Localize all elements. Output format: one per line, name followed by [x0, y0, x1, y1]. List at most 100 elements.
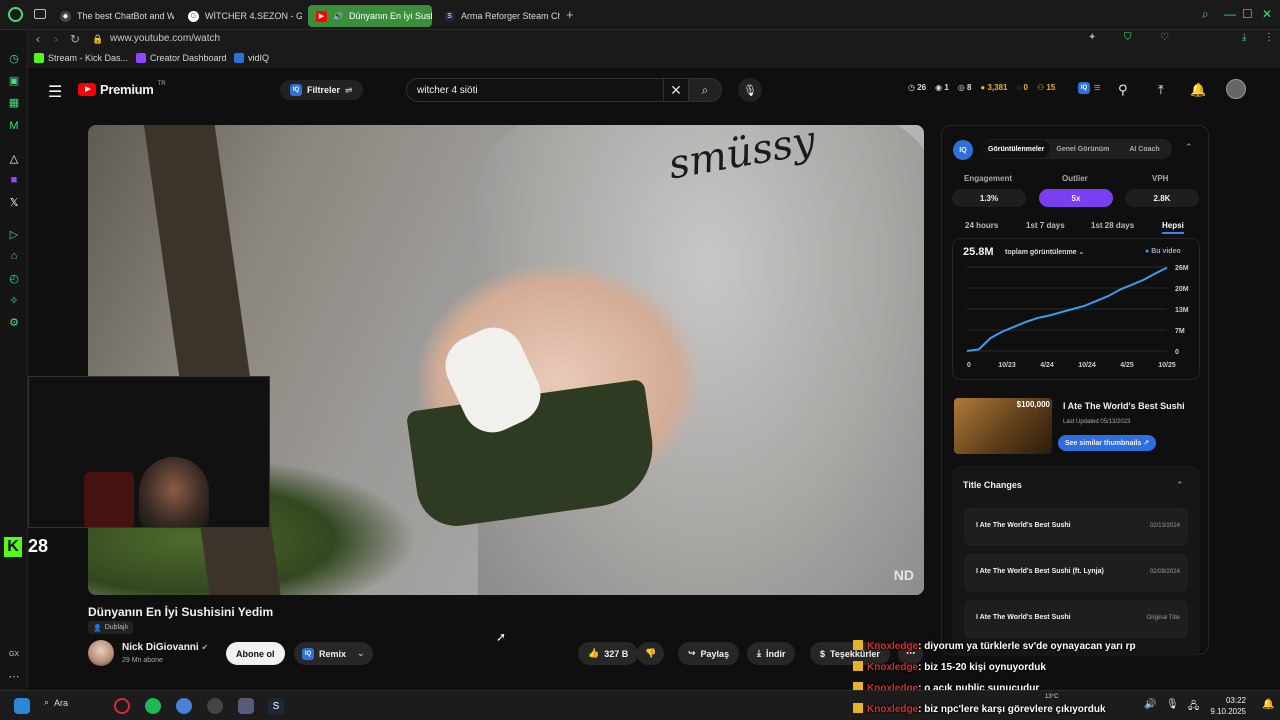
extensions-icon[interactable]: ✦ [1088, 32, 1096, 43]
account-avatar[interactable] [1226, 79, 1246, 99]
browser-sidebar: ◷ ▣ ▦ M △ ■ 𝕏 ▷ ⌂ ◴ ✧ ⚙ GX ⋯ [0, 30, 28, 690]
bookmark-kick[interactable]: Stream - Kick Das... [34, 53, 128, 63]
chart-y-tick: 20M [1175, 286, 1189, 293]
hamburger-menu-icon[interactable]: ☰ [48, 82, 62, 102]
subscribe-button[interactable]: Abone ol [226, 642, 285, 665]
metric-label-vph: VPH [1152, 174, 1169, 183]
vidiq-header-icon[interactable]: IQ [1078, 82, 1090, 94]
opera-logo-icon[interactable] [8, 7, 23, 22]
menu-icon[interactable]: ⋮ [1264, 32, 1274, 43]
tab-ai-coach[interactable]: AI Coach [1123, 146, 1165, 153]
notification-icon[interactable]: 🔔 [1262, 699, 1274, 710]
youtube-play-icon [78, 83, 96, 96]
range-7d[interactable]: 1st 7 days [1026, 221, 1065, 230]
filter-button[interactable]: IQ Filtreler ⇌ [280, 80, 363, 100]
aria-icon[interactable]: △ [8, 152, 20, 165]
forward-icon[interactable]: › [54, 32, 58, 46]
youtube-logo[interactable]: Premium TR [78, 81, 166, 97]
metric-label-outlier: Outlier [1062, 174, 1088, 183]
network-icon[interactable]: 🖧 [1188, 699, 1199, 716]
extensions-sidebar-icon[interactable]: ✧ [8, 294, 20, 307]
dubbed-badge: 👤 Dublajlı [88, 621, 134, 634]
views-dropdown[interactable]: toplam görüntülenme ⌄ [1005, 248, 1084, 256]
heart-icon[interactable]: ♡ [1160, 32, 1169, 43]
back-icon[interactable]: ‹ [36, 32, 40, 46]
range-28d[interactable]: 1st 28 days [1091, 221, 1134, 230]
speed-dial-icon[interactable]: ◷ [8, 52, 20, 65]
player-icon[interactable]: ▷ [8, 228, 20, 241]
tab-arma[interactable]: S Arma Reforger Steam Cha [436, 5, 560, 27]
bookmark-vidiq[interactable]: vidIQ [234, 53, 269, 63]
dislike-button[interactable]: 👎 [637, 642, 665, 665]
mic-tray-icon[interactable]: 🎙 [1166, 699, 1179, 710]
spotify-icon[interactable] [145, 698, 161, 714]
volume-icon[interactable]: 🔊 [1144, 699, 1156, 710]
remix-button[interactable]: IQ Remix ⌄ [294, 642, 373, 665]
x-icon[interactable]: 𝕏 [8, 196, 20, 209]
history-icon[interactable]: ◴ [8, 272, 20, 285]
messenger-icon[interactable]: M [8, 120, 20, 132]
pin-icon[interactable]: ⌂ [8, 250, 20, 262]
clear-search-icon[interactable]: ✕ [664, 78, 688, 102]
mouse-cursor-icon: ➚ [496, 630, 507, 644]
chart-x-tick: 4/25 [1120, 362, 1134, 369]
url-field[interactable]: www.youtube.com/watch [110, 33, 220, 44]
close-window-button[interactable]: ✕ [1262, 7, 1272, 21]
bookmarks-bar: Stream - Kick Das... Creator Dashboard v… [28, 50, 1280, 68]
app-icon[interactable] [176, 698, 192, 714]
new-tab-button[interactable]: + [566, 7, 574, 22]
collapse-panel-icon[interactable]: ⌃ [1185, 142, 1193, 153]
tab-overview[interactable]: Genel Görünüm [1050, 146, 1115, 153]
tab-youtube-active[interactable]: ▶ 🔊 Dünyanın En İyi Sushi [308, 5, 432, 27]
opera-gx-icon[interactable] [114, 698, 130, 714]
tab-views[interactable]: Görüntülenmeler [982, 140, 1051, 158]
more-sidebar-icon[interactable]: ⋯ [8, 670, 20, 683]
workspace-icon[interactable]: ▣ [8, 74, 20, 87]
taskbar-search[interactable]: ⌕ Ara [44, 697, 68, 708]
thumbs-down-icon: 👎 [645, 648, 657, 658]
list-icon[interactable]: ≡ [1094, 82, 1100, 94]
channel-avatar[interactable] [88, 640, 114, 666]
metric-label-engagement: Engagement [964, 174, 1013, 183]
gx-icon[interactable]: GX [8, 648, 20, 660]
upload-icon[interactable]: ⤒ [1158, 82, 1164, 98]
twitch-sidebar-icon[interactable]: ■ [8, 174, 20, 186]
maximize-button[interactable]: ☐ [1242, 7, 1253, 21]
like-button[interactable]: 👍 327 B [578, 642, 639, 665]
similar-thumbnail[interactable]: $100,000 [954, 398, 1052, 454]
trophy-icon[interactable]: ⚲ [1118, 82, 1128, 98]
speaker-icon[interactable]: 🔊 [333, 12, 343, 21]
range-24h[interactable]: 24 hours [965, 221, 998, 230]
tab-witcher[interactable]: G WİTCHER 4.SEZON - Go [180, 5, 302, 27]
taskbar-clock[interactable]: 03:22 9.10.2025 [1210, 695, 1246, 717]
chart-y-tick: 7M [1175, 328, 1185, 335]
channel-name[interactable]: Nick DiGiovanni ✔ [122, 642, 208, 653]
voice-search-button[interactable]: 🎙 [738, 78, 762, 102]
discord-icon[interactable] [207, 698, 223, 714]
bookmark-creator-dashboard[interactable]: Creator Dashboard [136, 53, 227, 63]
download-icon[interactable]: ⤓ [1242, 32, 1246, 43]
search-tabs-icon[interactable]: ⌕ [1202, 7, 1209, 22]
minimize-button[interactable]: — [1224, 7, 1236, 21]
download-button[interactable]: ⤓ İndir [747, 642, 796, 665]
tab-manager-icon[interactable] [34, 9, 46, 19]
reload-icon[interactable]: ↻ [70, 32, 80, 46]
settings-icon[interactable]: ⚙ [8, 316, 20, 329]
shield-app-icon[interactable] [238, 698, 254, 714]
search-input[interactable]: witcher 4 siöti [406, 78, 664, 102]
search-button[interactable]: ⌕ [688, 78, 722, 102]
tab-chatbot[interactable]: ◆ The best ChatBot and Wi [52, 5, 174, 27]
vidiq-panel: IQ Görüntülenmeler Genel Görünüm AI Coac… [941, 125, 1209, 656]
steam-taskbar-icon[interactable]: S [268, 698, 284, 714]
see-similar-thumbnails-button[interactable]: See similar thumbnails ↗ [1058, 435, 1157, 451]
title-change-row: I Ate The World's Best Sushi 02/13/2024 [964, 508, 1188, 546]
verified-icon: ✔ [201, 643, 209, 652]
share-button[interactable]: ↪ Paylaş [678, 642, 740, 665]
collapse-title-changes-icon[interactable]: ⌃ [1176, 480, 1184, 491]
workspace-2-icon[interactable]: ▦ [8, 96, 20, 109]
range-all[interactable]: Hepsi [1162, 221, 1184, 234]
person-icon: 👤 [93, 624, 102, 632]
windows-start-icon[interactable] [14, 698, 30, 714]
shield-icon[interactable]: ⛉ [1124, 32, 1132, 43]
bell-icon[interactable]: 🔔 [1190, 82, 1206, 98]
